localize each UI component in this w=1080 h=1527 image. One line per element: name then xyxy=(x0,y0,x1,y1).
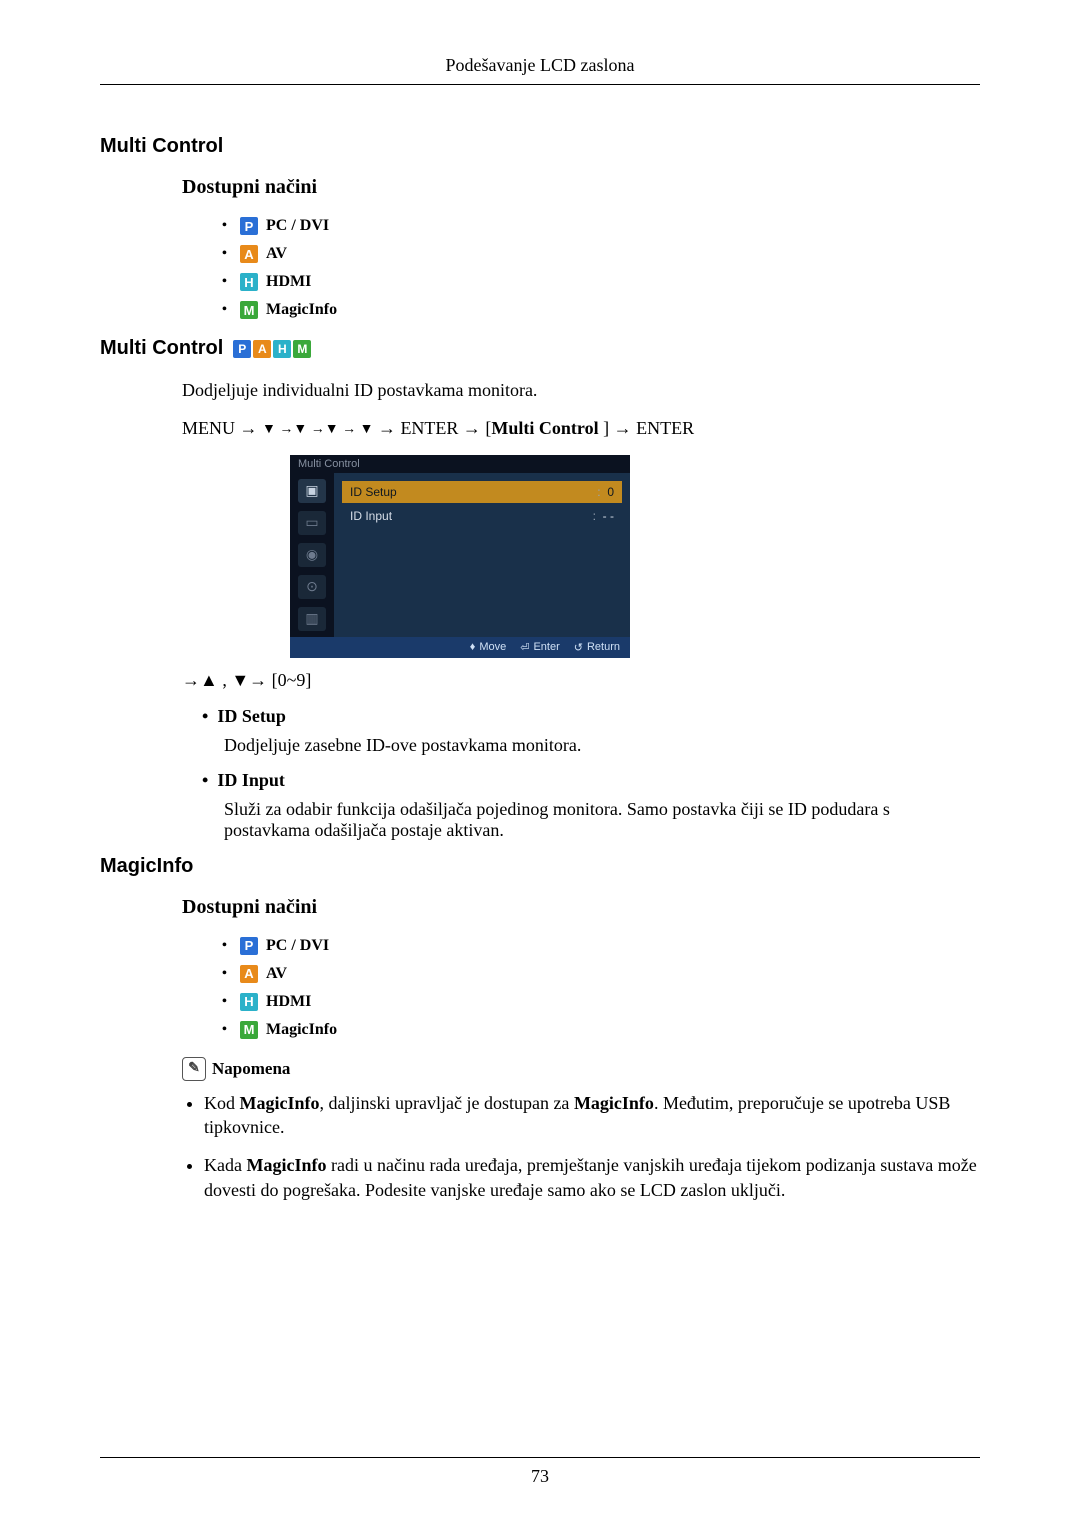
page-header-title: Podešavanje LCD zaslona xyxy=(100,55,980,84)
p-icon: P xyxy=(233,340,251,358)
m-icon: M xyxy=(240,301,258,319)
mode-hdmi-label: HDMI xyxy=(266,273,311,291)
note1-a: Kod xyxy=(204,1093,240,1113)
osd-side-icon-4: ⊙ xyxy=(298,575,326,599)
p-icon: P xyxy=(240,937,258,955)
a-icon: A xyxy=(240,965,258,983)
mode-av-2: • A AV xyxy=(222,965,980,983)
h-icon: H xyxy=(240,273,258,291)
bullet-icon: • xyxy=(222,246,232,262)
mode-pc-dvi: • P PC / DVI xyxy=(222,217,980,235)
osd-foot-move: ♦Move xyxy=(470,641,507,654)
page-number: 73 xyxy=(100,1466,980,1487)
modes-list-1: • P PC / DVI • A AV • H HDMI • M MagicIn… xyxy=(222,217,980,319)
modes-list-2: • P PC / DVI • A AV • H HDMI • M MagicIn… xyxy=(222,937,980,1039)
mode-hdmi-label-2: HDMI xyxy=(266,993,311,1011)
osd-title: Multi Control xyxy=(290,455,630,473)
notes-list: Kod MagicInfo, daljinski upravljač je do… xyxy=(182,1091,980,1202)
osd-id-input-value: - - xyxy=(603,509,614,523)
a-icon: A xyxy=(253,340,271,358)
osd-footer: ♦Move ⏎ Enter ↺ Return xyxy=(290,637,630,658)
osd-main-panel: ID Setup : 0 ID Input : - - xyxy=(334,473,630,637)
osd-side-icon-5: ▥ xyxy=(298,607,326,631)
menu-path-bold: Multi Control xyxy=(491,418,598,438)
note1-b: MagicInfo xyxy=(240,1093,320,1113)
note1-d: MagicInfo xyxy=(574,1093,654,1113)
h-icon: H xyxy=(273,340,291,358)
osd-id-input-label: ID Input xyxy=(350,509,392,523)
note1-c: , daljinski upravljač je dostupan za xyxy=(320,1093,574,1113)
bullet-icon: • xyxy=(222,274,232,290)
osd-foot-enter-label: Enter xyxy=(533,641,559,653)
a-icon: A xyxy=(240,245,258,263)
osd-side-icon-1: ▣ xyxy=(298,479,326,503)
post-osd-navigation: →▲ , ▼→ [0~9] xyxy=(182,668,980,692)
p-icon: P xyxy=(240,217,258,235)
menu-path-prefix: MENU → xyxy=(182,418,262,438)
mode-magicinfo-label-2: MagicInfo xyxy=(266,1021,337,1039)
mode-av: • A AV xyxy=(222,245,980,263)
m-icon: M xyxy=(240,1021,258,1039)
osd-screenshot: Multi Control ▣ ▭ ◉ ⊙ ▥ ID Setup : 0 xyxy=(290,455,980,658)
osd-foot-return: ↺ Return xyxy=(574,641,620,654)
bullet-icon: • xyxy=(222,1022,232,1038)
osd-id-setup-label: ID Setup xyxy=(350,485,397,499)
note-heading: ✎ Napomena xyxy=(182,1057,980,1081)
menu-path-suffix: ] → ENTER xyxy=(599,418,694,438)
id-input-desc: Služi za odabir funkcija odašiljača poje… xyxy=(224,799,980,841)
note-item-2: Kada MagicInfo radi u načinu rada uređaj… xyxy=(204,1153,980,1202)
section-multi-control-2-text: Multi Control xyxy=(100,337,223,360)
section-multi-control-title: Multi Control xyxy=(100,135,980,158)
id-input-label: ID Input xyxy=(217,770,285,790)
osd-side-icon-3: ◉ xyxy=(298,543,326,567)
available-modes-heading-2: Dostupni načini xyxy=(182,896,980,919)
bullet-icon: • xyxy=(222,302,232,318)
osd-id-setup-value: 0 xyxy=(607,485,614,499)
menu-navigation-path: MENU → ▼ →▼ →▼ → ▼ → ENTER → [Multi Cont… xyxy=(182,416,980,440)
osd-row-id-input: ID Input : - - xyxy=(342,505,622,527)
mode-av-label-2: AV xyxy=(266,965,287,983)
note2-a: Kada xyxy=(204,1155,246,1175)
id-setup-label: ID Setup xyxy=(217,706,286,726)
bullet-icon: • xyxy=(222,994,232,1010)
mode-av-label: AV xyxy=(266,245,287,263)
id-setup-item: • ID Setup xyxy=(202,706,980,727)
bullet-icon: • xyxy=(222,218,232,234)
osd-side-icon-2: ▭ xyxy=(298,511,326,535)
down-triangle-icon: ▼ →▼ →▼ → ▼ xyxy=(262,422,373,437)
h-icon: H xyxy=(240,993,258,1011)
section-multi-control-2-title: Multi Control P A H M xyxy=(100,337,980,360)
osd-foot-enter: ⏎ Enter xyxy=(520,641,560,654)
osd-foot-return-label: Return xyxy=(587,641,620,653)
mode-magicinfo: • M MagicInfo xyxy=(222,301,980,319)
mode-magicinfo-2: • M MagicInfo xyxy=(222,1021,980,1039)
osd-row-id-setup: ID Setup : 0 xyxy=(342,481,622,503)
section-magicinfo-title: MagicInfo xyxy=(100,855,980,878)
footer-rule xyxy=(100,1457,980,1458)
osd-sidebar: ▣ ▭ ◉ ⊙ ▥ xyxy=(290,473,334,637)
id-setup-desc: Dodjeljuje zasebne ID-ove postavkama mon… xyxy=(224,735,980,756)
osd-foot-move-label: Move xyxy=(479,641,506,653)
enter-icon: ⏎ xyxy=(520,641,529,654)
return-icon: ↺ xyxy=(574,641,583,654)
bullet-icon: • xyxy=(222,966,232,982)
note-icon: ✎ xyxy=(182,1057,206,1081)
available-modes-heading-1: Dostupni načini xyxy=(182,176,980,199)
mode-icon-strip: P A H M xyxy=(233,340,311,358)
multi-control-desc: Dodjeljuje individualni ID postavkama mo… xyxy=(182,378,980,402)
mode-pc-dvi-label: PC / DVI xyxy=(266,217,329,235)
bullet-icon: • xyxy=(222,938,232,954)
mode-pc-dvi-2: • P PC / DVI xyxy=(222,937,980,955)
id-input-item: • ID Input xyxy=(202,770,980,791)
mode-pc-dvi-label-2: PC / DVI xyxy=(266,937,329,955)
move-icon: ♦ xyxy=(470,641,476,653)
mode-hdmi-2: • H HDMI xyxy=(222,993,980,1011)
menu-path-mid: → ENTER → [ xyxy=(373,418,491,438)
note-label: Napomena xyxy=(212,1059,290,1079)
note-item-1: Kod MagicInfo, daljinski upravljač je do… xyxy=(204,1091,980,1140)
mode-magicinfo-label: MagicInfo xyxy=(266,301,337,319)
m-icon: M xyxy=(293,340,311,358)
note2-b: MagicInfo xyxy=(246,1155,326,1175)
mode-hdmi: • H HDMI xyxy=(222,273,980,291)
